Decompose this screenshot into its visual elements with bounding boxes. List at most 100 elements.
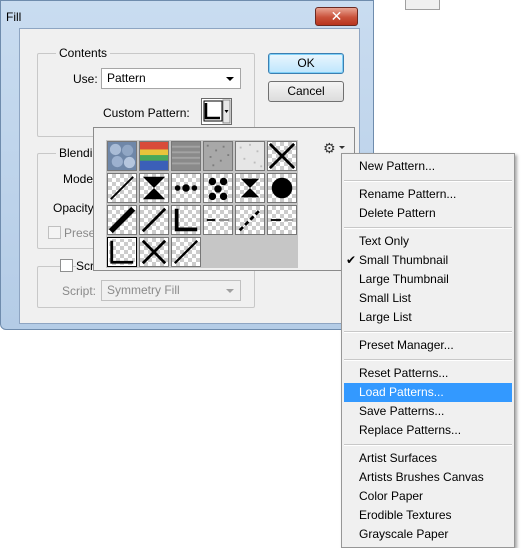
menu-item-small-list[interactable]: Small List: [344, 289, 512, 308]
pattern-swatch-tie-dye[interactable]: [139, 141, 169, 171]
pattern-swatch-thin-diagonal[interactable]: [107, 173, 137, 203]
pattern-thumbnail-tie-dye: [140, 142, 168, 170]
menu-item-load-patterns[interactable]: Load Patterns...: [344, 383, 512, 402]
pattern-swatch-bubbles[interactable]: [107, 141, 137, 171]
menu-item-new-pattern[interactable]: New Pattern...: [344, 157, 512, 176]
pattern-swatch-diagonal-lines[interactable]: [139, 205, 169, 235]
contents-legend: Contents: [56, 46, 111, 60]
menu-item-label: Color Paper: [359, 489, 424, 503]
pattern-swatch-dash-line[interactable]: [203, 205, 233, 235]
menu-item-rename-pattern[interactable]: Rename Pattern...: [344, 185, 512, 204]
menu-item-color-paper[interactable]: Color Paper: [344, 487, 512, 506]
pattern-thumbnail-diagonal-lines: [141, 207, 167, 233]
menu-separator: [344, 359, 512, 361]
chevron-down-icon: [226, 289, 234, 293]
menu-item-artist-surfaces[interactable]: Artist Surfaces: [344, 449, 512, 468]
custom-pattern-label: Custom Pattern:: [103, 106, 190, 120]
menu-item-label: Text Only: [359, 234, 410, 248]
pattern-swatch-hourglass-diamond[interactable]: [139, 173, 169, 203]
menu-separator: [344, 444, 512, 446]
pattern-thumbnail-dots-cluster: [208, 177, 228, 201]
menu-item-delete-pattern[interactable]: Delete Pattern: [344, 204, 512, 223]
menu-item-erodible-textures[interactable]: Erodible Textures: [344, 506, 512, 525]
menu-item-label: Erodible Textures: [359, 508, 452, 522]
menu-item-label: Save Patterns...: [359, 404, 445, 418]
pattern-thumbnail-dash-line: [206, 219, 230, 221]
preserve-transparency-label: Prese: [64, 226, 96, 240]
pattern-swatch-dash-short[interactable]: [267, 205, 297, 235]
pattern-thumbnail-gray-granite: [172, 142, 200, 170]
menu-item-large-list[interactable]: Large List: [344, 308, 512, 327]
script-label: Script:: [62, 284, 97, 298]
current-pattern-thumbnail: [203, 99, 231, 124]
menu-item-label: Preset Manager...: [359, 338, 454, 352]
pattern-swatch-corner-l[interactable]: [171, 205, 201, 235]
preserve-transparency-checkbox[interactable]: [48, 226, 61, 239]
pattern-swatch-x-diagonals[interactable]: [267, 141, 297, 171]
pattern-thumbnail-thick-diagonal: [108, 206, 136, 234]
pattern-thumbnail-diagonal-single: [173, 239, 199, 265]
pattern-grid: [106, 140, 298, 268]
menu-item-replace-patterns[interactable]: Replace Patterns...: [344, 421, 512, 440]
pattern-thumbnail-corner-l: [174, 208, 198, 232]
pattern-swatch-diagonal-dots[interactable]: [235, 205, 265, 235]
pattern-thumbnail-thin-diagonal: [110, 176, 134, 200]
menu-item-reset-patterns[interactable]: Reset Patterns...: [344, 364, 512, 383]
script-select[interactable]: Symmetry Fill: [101, 280, 241, 301]
menu-item-label: New Pattern...: [359, 159, 436, 173]
pattern-thumbnail-big-dot: [271, 177, 293, 199]
title-bar[interactable]: Fill ✕: [1, 1, 373, 29]
pattern-swatch-gray-noise[interactable]: [203, 141, 233, 171]
pattern-swatch-gray-granite[interactable]: [171, 141, 201, 171]
checkmark-icon: ✔: [346, 253, 357, 267]
cancel-button[interactable]: Cancel: [268, 81, 344, 102]
pattern-thumbnail-x-cross: [141, 239, 167, 265]
pattern-swatch-dots-cluster[interactable]: [203, 173, 233, 203]
menu-item-large-thumbnail[interactable]: Large Thumbnail: [344, 270, 512, 289]
pattern-thumbnail-corner-frame: [110, 240, 134, 264]
menu-item-artists-brushes-canvas[interactable]: Artists Brushes Canvas: [344, 468, 512, 487]
menu-item-text-only[interactable]: Text Only: [344, 232, 512, 251]
pattern-swatch-corner-frame[interactable]: [107, 237, 137, 267]
menu-item-label: Artists Brushes Canvas: [359, 470, 484, 484]
dialog-title: Fill: [6, 10, 22, 24]
pattern-swatch-diagonal-single[interactable]: [171, 237, 201, 267]
opacity-label: Opacity: [53, 201, 94, 215]
custom-pattern-picker-button[interactable]: [201, 98, 232, 125]
pattern-swatch-white-noise[interactable]: [235, 141, 265, 171]
menu-item-grayscale-paper[interactable]: Grayscale Paper: [344, 525, 512, 544]
menu-item-save-patterns[interactable]: Save Patterns...: [344, 402, 512, 421]
pattern-thumbnail-hourglass-diamond: [142, 176, 166, 200]
chevron-down-icon: [226, 77, 234, 81]
ok-button[interactable]: OK: [268, 53, 344, 74]
chevron-down-icon: [339, 146, 345, 149]
menu-item-preset-manager[interactable]: Preset Manager...: [344, 336, 512, 355]
pattern-swatch-thick-diagonal[interactable]: [107, 205, 137, 235]
pattern-thumbnail-dot-row: [174, 184, 198, 192]
use-select[interactable]: Pattern: [101, 68, 241, 89]
menu-separator: [344, 180, 512, 182]
background-window-fragment: [405, 0, 440, 10]
pattern-picker-panel: ⚙: [93, 127, 355, 271]
menu-item-label: Small Thumbnail: [359, 253, 449, 267]
menu-item-label: Large Thumbnail: [359, 272, 449, 286]
pattern-swatch-x-cross[interactable]: [139, 237, 169, 267]
use-select-value: Pattern: [107, 71, 146, 85]
pattern-thumbnail-gray-noise: [204, 142, 232, 170]
menu-item-label: Delete Pattern: [359, 206, 436, 220]
pattern-swatch-hourglass-alt[interactable]: [235, 173, 265, 203]
pattern-thumbnail-white-noise: [236, 142, 264, 170]
menu-item-small-thumbnail[interactable]: ✔ Small Thumbnail: [344, 251, 512, 270]
close-button[interactable]: ✕: [315, 7, 358, 26]
blending-legend: Blendi: [56, 146, 96, 160]
pattern-swatch-dot-row[interactable]: [171, 173, 201, 203]
menu-item-label: Grayscale Paper: [359, 527, 449, 541]
gear-icon[interactable]: ⚙: [323, 140, 336, 157]
menu-item-label: Large List: [359, 310, 412, 324]
pattern-options-menu: New Pattern... Rename Pattern... Delete Pa…: [341, 153, 515, 548]
menu-separator: [344, 227, 512, 229]
script-checkbox[interactable]: [60, 259, 73, 272]
pattern-thumbnail-x-diagonals: [268, 142, 296, 170]
menu-item-label: Load Patterns...: [359, 385, 444, 399]
pattern-swatch-big-dot[interactable]: [267, 173, 297, 203]
